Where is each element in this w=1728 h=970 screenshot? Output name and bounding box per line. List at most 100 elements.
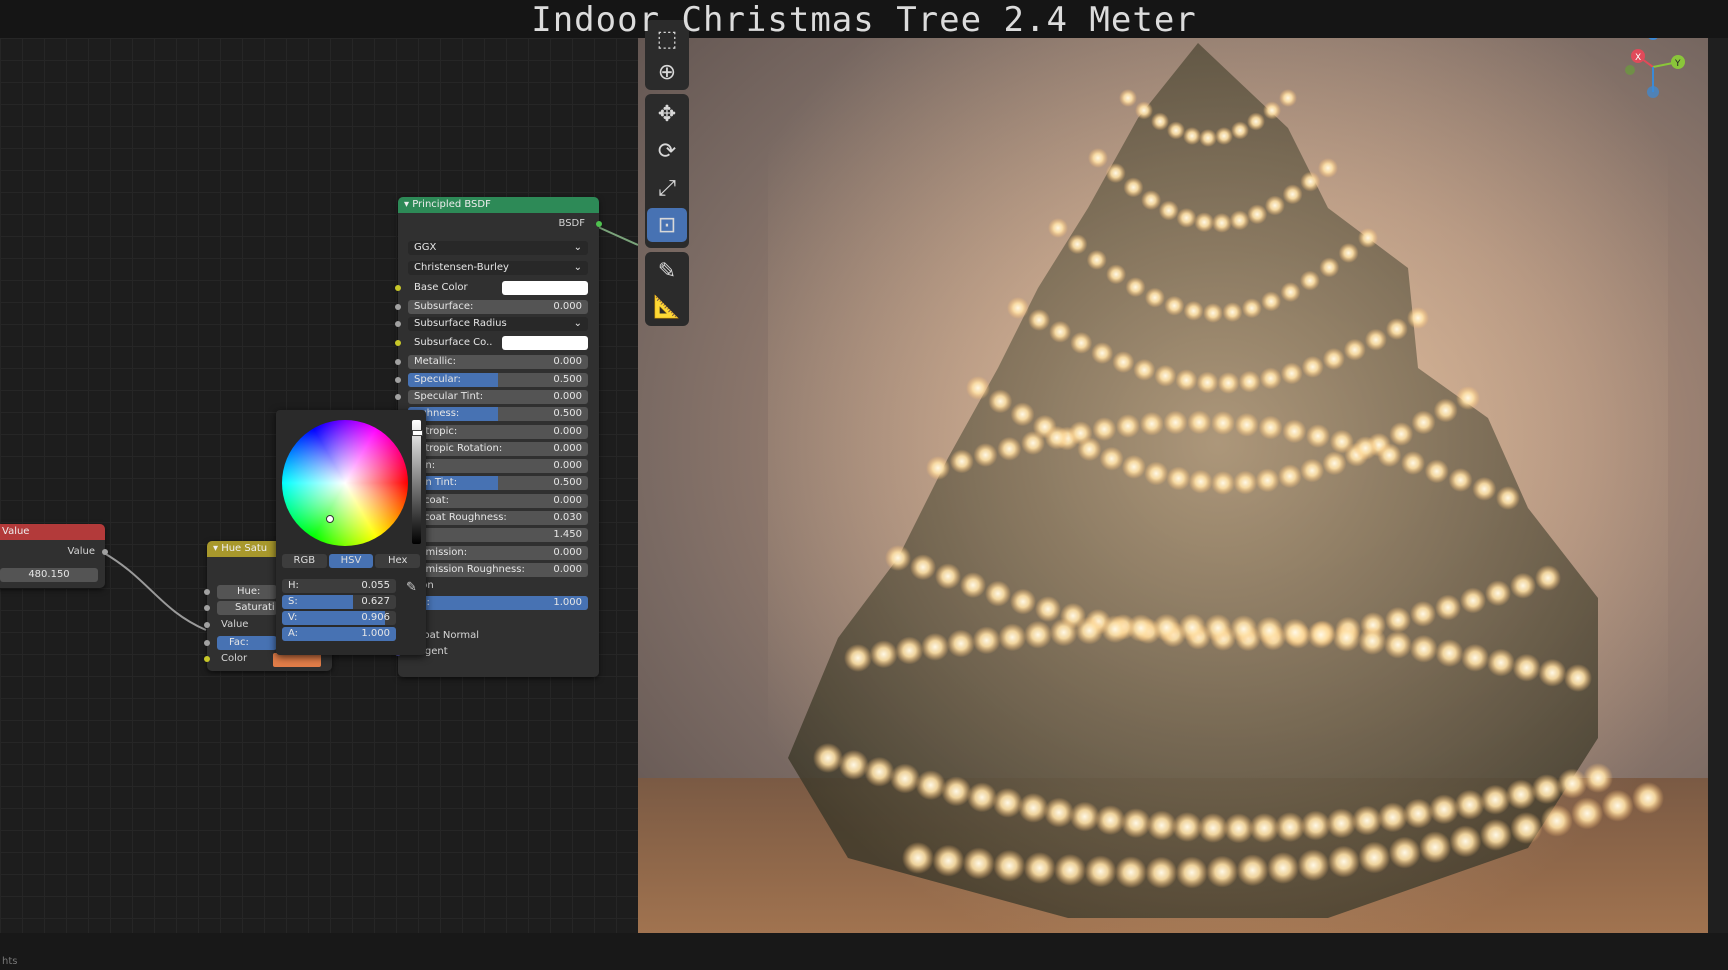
- bsdf-input-socket[interactable]: [395, 359, 401, 366]
- light-bulb: [1088, 148, 1108, 168]
- bsdf-input-field[interactable]: Metallic: 0.000: [408, 355, 588, 370]
- light-bulb: [1229, 210, 1250, 231]
- bsdf-input-socket[interactable]: [395, 376, 401, 383]
- principled-bsdf-node[interactable]: ▾ Principled BSDF BSDF GGX ⌄ Christensen-…: [395, 197, 602, 677]
- light-bulb: [1204, 614, 1232, 642]
- bsdf-input-socket[interactable]: [395, 393, 401, 400]
- video-title: Indoor Christmas Tree 2.4 Meter: [531, 0, 1197, 40]
- transform-icon: ⊡: [657, 212, 677, 238]
- chevron-down-icon: ⌄: [573, 262, 582, 273]
- move-icon: ✥: [657, 101, 677, 127]
- color-field-s[interactable]: S: 0.627: [282, 595, 396, 609]
- value-node[interactable]: Value Value 480.150: [0, 524, 108, 588]
- rotate-tool[interactable]: ⟳: [647, 134, 687, 168]
- bsdf-input-field[interactable]: sotropic Rotation: 0.000: [408, 441, 588, 456]
- light-bulb: [1506, 779, 1536, 810]
- light-bulb: [1364, 328, 1387, 351]
- light-bulb: [1338, 243, 1359, 263]
- bsdf-input-socket[interactable]: [395, 304, 401, 310]
- light-bulb: [1187, 410, 1212, 435]
- annotate-icon: ✎: [657, 258, 677, 284]
- bsdf-input-field[interactable]: sotropic: 0.000: [408, 424, 588, 439]
- annotate-tool[interactable]: ✎: [647, 254, 687, 288]
- light-bulb: [1198, 813, 1228, 843]
- eyedropper-icon[interactable]: ✎: [406, 580, 422, 596]
- bsdf-input-field[interactable]: Subsurface Radius ⌄: [408, 317, 588, 332]
- light-bulb: [992, 787, 1023, 818]
- bsdf-input-field[interactable]: R:1.450: [408, 528, 588, 543]
- light-bulb: [1472, 476, 1497, 501]
- bsdf-input-field[interactable]: arcoat: 0.000: [408, 493, 588, 508]
- bsdf-input-value: 0.500: [553, 373, 582, 385]
- color-input-socket[interactable]: [204, 656, 210, 662]
- move-tool[interactable]: ✥: [647, 97, 687, 131]
- bsdf-input-field[interactable]: Base Color: [408, 281, 588, 295]
- fac-field[interactable]: Fac:: [217, 636, 277, 650]
- navigation-gizmo[interactable]: X Y Z: [1608, 38, 1698, 112]
- color-field-label: H:: [288, 580, 299, 591]
- light-bulb: [1091, 342, 1114, 365]
- color-field-v[interactable]: V: 0.906: [282, 611, 396, 625]
- bsdf-input-field[interactable]: sen Tint: 0.500: [408, 476, 588, 491]
- bsdf-input-socket[interactable]: [395, 285, 401, 291]
- saturation-socket[interactable]: [204, 605, 210, 611]
- light-bulb: [1126, 614, 1155, 643]
- scale-icon: ⤢: [658, 175, 676, 201]
- value-field[interactable]: 480.150: [0, 568, 98, 582]
- bsdf-input-field[interactable]: Specular Tint: 0.000: [408, 389, 588, 404]
- hue-field[interactable]: Hue:: [217, 585, 277, 599]
- bsdf-input-field[interactable]: ha:1.000: [408, 596, 588, 611]
- bsdf-input-field[interactable]: Subsurface: 0.000: [408, 300, 588, 314]
- value-slider[interactable]: [412, 420, 423, 544]
- value-output-socket[interactable]: [102, 549, 108, 555]
- bsdf-output-socket[interactable]: [596, 221, 602, 227]
- color-wheel-cursor[interactable]: [326, 515, 334, 523]
- light-bulb: [1358, 228, 1378, 248]
- bsdf-input-socket[interactable]: [395, 340, 401, 347]
- light-bulb: [1114, 856, 1147, 889]
- light-bulb: [926, 456, 950, 480]
- saturation-field[interactable]: Saturati: [217, 601, 277, 615]
- light-bulb: [1084, 855, 1117, 888]
- bsdf-input-field[interactable]: nsmission Roughness: 0.000: [408, 562, 588, 577]
- light-bulb: [1409, 634, 1438, 663]
- chevron-down-icon: ⌄: [573, 318, 582, 330]
- light-bulb: [1166, 466, 1191, 491]
- color-field-value: 0.627: [361, 596, 390, 607]
- bsdf-input-value: 0.500: [553, 408, 582, 420]
- color-swatch[interactable]: [273, 653, 321, 667]
- distribution-dropdown[interactable]: GGX ⌄: [408, 241, 588, 255]
- hue-socket[interactable]: [204, 589, 210, 595]
- color-mode-tab-hex[interactable]: Hex: [375, 554, 421, 568]
- transform-tool[interactable]: ⊡: [647, 208, 687, 242]
- bsdf-input-field[interactable]: arcoat Roughness: 0.030: [408, 511, 588, 525]
- scale-tool[interactable]: ⤢: [647, 171, 687, 205]
- bsdf-input-field[interactable]: nsmission: 0.000: [408, 545, 588, 560]
- color-field-h[interactable]: H: 0.055: [282, 579, 396, 593]
- bsdf-input-value: 0.000: [553, 390, 582, 402]
- light-bulb: [1222, 302, 1243, 323]
- light-bulb: [1044, 797, 1074, 828]
- light-bulb: [1318, 158, 1338, 178]
- light-bulb: [1236, 854, 1269, 887]
- color-field-a[interactable]: A: 1.000: [282, 627, 396, 641]
- bsdf-input-field[interactable]: sen:0.000: [408, 459, 588, 474]
- color-wheel[interactable]: [282, 420, 408, 546]
- bsdf-input-field[interactable]: ughness: 0.500: [408, 407, 588, 422]
- light-bulb: [1332, 623, 1361, 652]
- bsdf-input-field[interactable]: Subsurface Co..: [408, 336, 588, 351]
- measure-tool[interactable]: 📐: [647, 290, 687, 324]
- value-input-socket[interactable]: [204, 622, 210, 628]
- value-slider-handle[interactable]: [412, 430, 423, 436]
- cursor-tool[interactable]: ⊕: [647, 55, 687, 89]
- light-bulb: [1448, 468, 1473, 492]
- color-mode-tab-hsv[interactable]: HSV: [328, 554, 374, 568]
- 3d-viewport[interactable]: X Y Z: [638, 38, 1708, 933]
- light-bulb: [1121, 454, 1146, 479]
- bsdf-input-socket[interactable]: [395, 321, 401, 328]
- light-bulb: [967, 782, 997, 813]
- bsdf-input-field[interactable]: Specular: 0.500: [408, 372, 588, 387]
- color-mode-tab-rgb[interactable]: RGB: [282, 554, 327, 568]
- fac-socket[interactable]: [204, 640, 210, 646]
- subsurface-method-dropdown[interactable]: Christensen-Burley ⌄: [408, 261, 588, 275]
